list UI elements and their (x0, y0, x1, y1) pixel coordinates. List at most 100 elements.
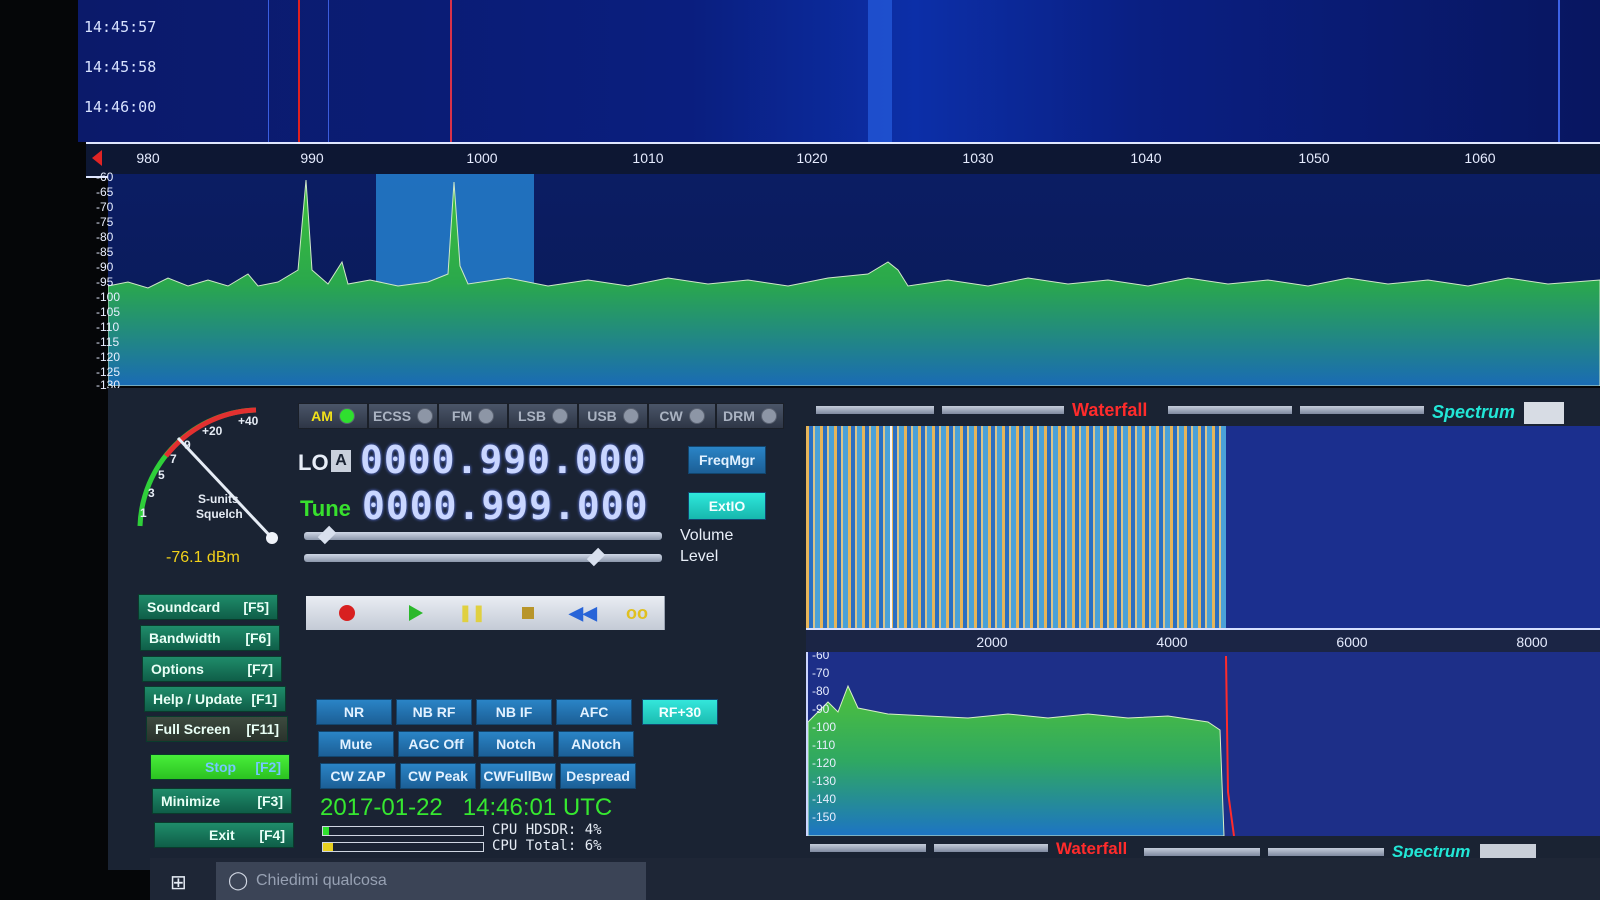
signal-trace (868, 0, 892, 142)
waterfall-slider[interactable] (942, 406, 1064, 414)
play-button[interactable] (388, 596, 445, 630)
squelch-label: Squelch (196, 507, 243, 521)
axis-tick: 6000 (1336, 634, 1368, 650)
axis-tick: 990 (300, 150, 324, 166)
nr-button[interactable]: NR (316, 699, 392, 725)
record-button[interactable] (306, 596, 389, 630)
db-label: -80 (812, 684, 830, 698)
db-label: -105 (96, 305, 121, 319)
lo-label: LO (298, 450, 329, 475)
mode-am[interactable]: AM (298, 403, 368, 429)
shortcut-key: [F6] (245, 630, 271, 646)
s-meter-needle (176, 436, 274, 540)
cpu-hdsdr-bar (322, 826, 484, 836)
nb-if-button[interactable]: NB IF (476, 699, 552, 725)
top-waterfall[interactable]: 14:45:57 14:45:58 14:46:00 (78, 0, 1600, 142)
shortcut-key: [F5] (243, 599, 269, 615)
pause-button[interactable]: ❚❚ (444, 596, 501, 630)
button-label: Stop (205, 759, 237, 775)
level-slider[interactable] (304, 547, 662, 567)
cw-fullbw-button[interactable]: CWFullBw (480, 763, 556, 789)
signal-level-readout: -76.1 dBm (166, 549, 240, 566)
nb-rf-button[interactable]: NB RF (396, 699, 472, 725)
af-frequency-axis[interactable]: 2000 4000 6000 8000 (806, 628, 1600, 654)
mode-lsb[interactable]: LSB (508, 403, 578, 429)
mode-drm[interactable]: DRM (716, 403, 784, 429)
rf-spectrum[interactable] (108, 174, 1600, 386)
mode-label: CW (659, 408, 683, 424)
notch-button[interactable]: Notch (478, 731, 554, 757)
indicator-icon (760, 408, 777, 424)
windows-start-icon[interactable]: ⊞ (170, 870, 187, 895)
waterfall-slider[interactable] (934, 844, 1048, 852)
button-label: Options (151, 661, 204, 677)
cw-zap-button[interactable]: CW ZAP (320, 763, 396, 789)
mode-label: ECSS (372, 408, 412, 424)
cpu-total-bar (322, 842, 484, 852)
mode-usb[interactable]: USB (578, 403, 648, 429)
spectrum-slider[interactable] (1144, 848, 1260, 856)
mode-fm[interactable]: FM (438, 403, 508, 429)
pause-icon: ❚❚ (458, 605, 486, 622)
spectrum-slider[interactable] (1168, 406, 1292, 414)
spectrum-slider[interactable] (1300, 406, 1424, 414)
loop-icon: oo (626, 602, 648, 623)
s-meter-scale: 9 (184, 438, 191, 452)
axis-tick: 1050 (1298, 150, 1330, 166)
s-meter-scale: 5 (158, 468, 165, 482)
freqmgr-button[interactable]: FreqMgr (688, 446, 766, 474)
af-waterfall[interactable] (806, 426, 1600, 628)
rewind-button[interactable]: ◀◀ (556, 596, 611, 630)
stop-playback-button[interactable] (500, 596, 557, 630)
db-label: -110 (812, 738, 836, 752)
cw-peak-button[interactable]: CW Peak (400, 763, 476, 789)
minimize-button[interactable]: Minimize [F3] (152, 788, 292, 814)
timestamp: 14:46:00 (84, 98, 157, 116)
tune-frequency-display[interactable]: 0000.999.000 (362, 484, 649, 528)
axis-tick: 1000 (466, 150, 498, 166)
button-label: Full Screen (155, 721, 231, 737)
mode-cw[interactable]: CW (648, 403, 716, 429)
frequency-axis[interactable]: 980 990 1000 1010 1020 1030 1040 1050 10… (86, 142, 1600, 178)
lo-frequency-display[interactable]: 0000.990.000 (360, 438, 647, 482)
scroll-left-icon[interactable] (92, 150, 102, 166)
s-meter-scale: +20 (202, 424, 223, 438)
scroll-arrows[interactable] (1524, 402, 1564, 424)
search-box[interactable]: ◯ Chiedimi qualcosa (216, 862, 646, 900)
db-label: -115 (96, 335, 120, 349)
exit-button[interactable]: Exit [F4] (154, 822, 294, 848)
rf-gain-button[interactable]: RF+30 (642, 699, 718, 725)
signal-trace (328, 0, 329, 142)
s-meter-scale: +40 (238, 414, 259, 428)
af-spectrum[interactable]: -60 -70 -80 -90 -100 -110 -120 -130 -140… (806, 652, 1600, 836)
db-label: -70 (812, 666, 830, 680)
options-button[interactable]: Options [F7] (142, 656, 282, 682)
spectrum-slider[interactable] (1268, 848, 1384, 856)
afc-button[interactable]: AFC (556, 699, 632, 725)
vfo-badge[interactable]: A (331, 450, 351, 472)
fullscreen-button[interactable]: Full Screen [F11] (146, 716, 288, 742)
waterfall-slider[interactable] (816, 406, 934, 414)
despread-button[interactable]: Despread (560, 763, 636, 789)
mode-label: AM (311, 408, 333, 424)
button-label: Minimize (161, 793, 221, 809)
extio-button[interactable]: ExtIO (688, 492, 766, 520)
bandwidth-button[interactable]: Bandwidth [F6] (140, 625, 280, 651)
axis-tick: 1020 (796, 150, 828, 166)
anotch-button[interactable]: ANotch (558, 731, 634, 757)
record-icon (339, 605, 355, 621)
waterfall-slider[interactable] (810, 844, 926, 852)
help-update-button[interactable]: Help / Update [F1] (144, 686, 286, 712)
loop-button[interactable]: oo (610, 596, 665, 630)
axis-tick: 4000 (1156, 634, 1188, 650)
mute-button[interactable]: Mute (318, 731, 394, 757)
agc-button[interactable]: AGC Off (398, 731, 474, 757)
s-meter-scale: 1 (140, 506, 147, 520)
db-label: -90 (96, 260, 114, 274)
stop-button[interactable]: Stop [F2] (150, 754, 290, 780)
db-label: -60 (96, 170, 114, 184)
indicator-icon (688, 408, 705, 424)
mode-ecss[interactable]: ECSS (368, 403, 438, 429)
soundcard-button[interactable]: Soundcard [F5] (138, 594, 278, 620)
volume-slider[interactable] (304, 525, 662, 545)
